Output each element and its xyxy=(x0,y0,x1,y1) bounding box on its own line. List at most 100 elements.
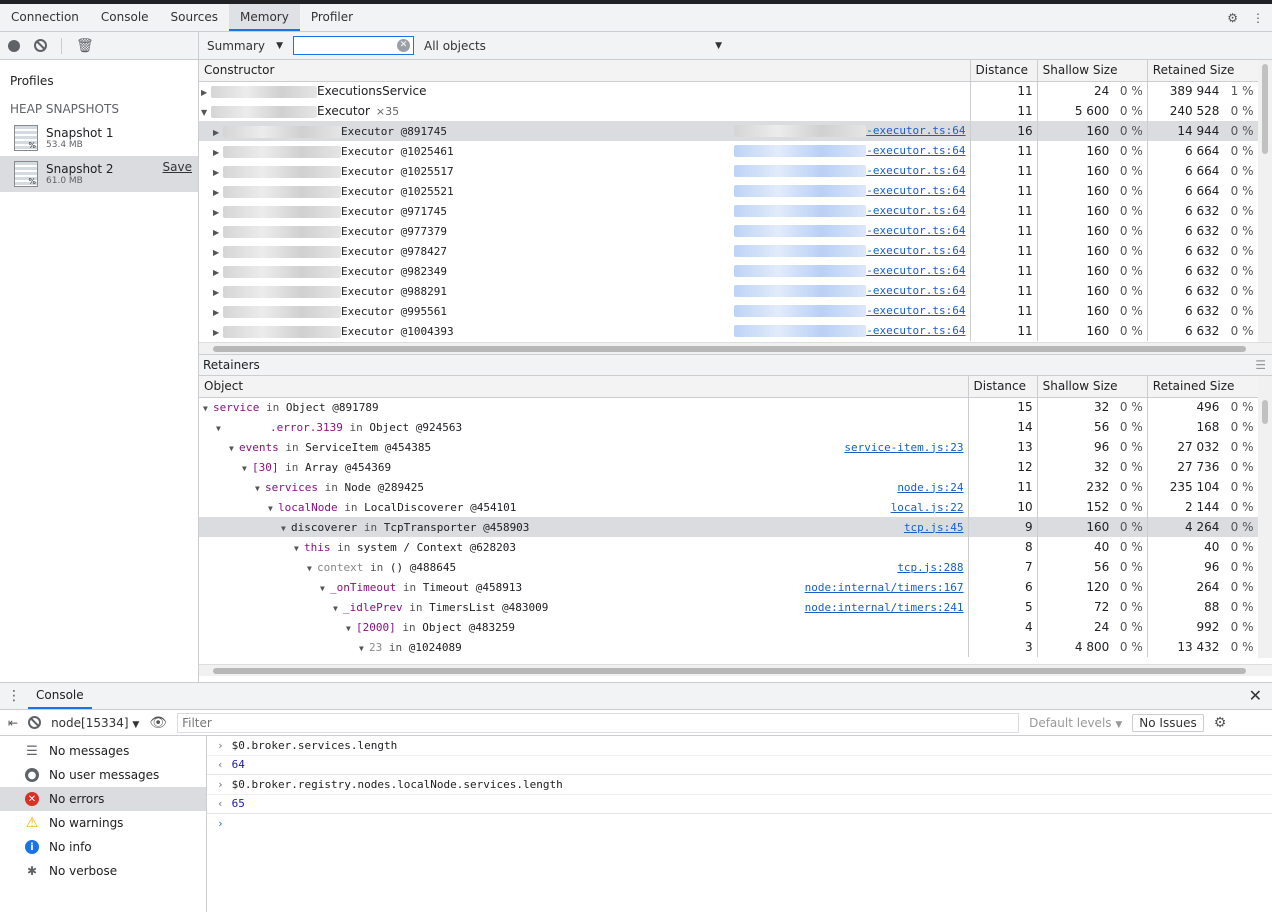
source-link[interactable]: tcp.js:288 xyxy=(897,561,963,574)
sidebar-item-warnings[interactable]: ⚠ No warnings xyxy=(0,811,206,835)
source-link[interactable]: -executor.ts:64 xyxy=(734,284,966,297)
collapsed-triangle-icon[interactable]: ▶ xyxy=(213,328,223,337)
kebab-menu-icon[interactable]: ⋮ xyxy=(1252,11,1264,25)
col-retained-size[interactable]: Retained Size xyxy=(1147,60,1272,82)
collapsed-triangle-icon[interactable]: ▶ xyxy=(213,168,223,177)
table-row[interactable]: ▼ events in ServiceItem @454385 service-it… xyxy=(199,437,1272,457)
source-link[interactable]: node:internal/timers:167 xyxy=(805,581,964,594)
table-row[interactable]: ▶ Executor @978427 -executor.ts:64 11 160 0 %… xyxy=(199,241,1272,261)
expanded-triangle-icon[interactable]: ▼ xyxy=(294,544,304,553)
expanded-triangle-icon[interactable]: ▼ xyxy=(268,504,278,513)
expanded-triangle-icon[interactable]: ▼ xyxy=(281,524,291,533)
console-prompt[interactable]: › xyxy=(207,814,1272,834)
scroll-thumb[interactable] xyxy=(213,346,1246,352)
table-row[interactable]: ▶ Executor @891745 -executor.ts:64 16 160 0 %… xyxy=(199,121,1272,141)
table-row[interactable]: ▼ this in system / Context @628203 8 40 0 % 4… xyxy=(199,537,1272,557)
collapsed-triangle-icon[interactable]: ▶ xyxy=(213,128,223,137)
table-row[interactable]: ▶ Executor @1025461 -executor.ts:64 11 160 0 … xyxy=(199,141,1272,161)
source-link[interactable]: node:internal/timers:241 xyxy=(805,601,964,614)
source-link[interactable]: -executor.ts:64 xyxy=(734,164,966,177)
col-shallow-size[interactable]: Shallow Size xyxy=(1037,60,1148,82)
table-row[interactable]: ▼ _idlePrev in TimersList @483009 node:int… xyxy=(199,597,1272,617)
collapsed-triangle-icon[interactable]: ▶ xyxy=(201,88,211,97)
constructor-vscroll[interactable] xyxy=(1258,60,1272,342)
collapsed-triangle-icon[interactable]: ▶ xyxy=(213,188,223,197)
tab-profiler[interactable]: Profiler xyxy=(300,4,364,31)
clear-icon[interactable] xyxy=(34,39,47,52)
retainers-hscroll[interactable] xyxy=(199,664,1272,676)
snapshot-item-2[interactable]: % Snapshot 2 61.0 MB Save xyxy=(0,156,198,192)
drag-handle-icon[interactable]: ☰ xyxy=(1255,355,1266,376)
table-row[interactable]: ▶ Executor @977379 -executor.ts:64 11 160 0 %… xyxy=(199,221,1272,241)
expanded-triangle-icon[interactable]: ▼ xyxy=(229,444,239,453)
tab-connection[interactable]: Connection xyxy=(0,4,90,31)
log-levels-select[interactable]: Default levels ▼ xyxy=(1029,716,1122,730)
table-row[interactable]: ▼ context in () @488645 tcp.js:288 7 56 0 % 96… xyxy=(199,557,1272,577)
col-shallow-size[interactable]: Shallow Size xyxy=(1037,376,1148,398)
eye-icon[interactable]: 👁 xyxy=(149,715,167,731)
close-icon[interactable]: ✕ xyxy=(1249,686,1262,705)
expanded-triangle-icon[interactable]: ▼ xyxy=(307,564,317,573)
table-row[interactable]: ▶ Executor @988291 -executor.ts:64 11 160 0 %… xyxy=(199,281,1272,301)
collapsed-triangle-icon[interactable]: ▶ xyxy=(213,268,223,277)
source-link[interactable]: -executor.ts:64 xyxy=(734,124,966,137)
view-select[interactable]: Summary ▼ xyxy=(199,39,291,53)
source-link[interactable]: -executor.ts:64 xyxy=(734,184,966,197)
table-row[interactable]: ▼ Executor ×35 11 5 600 0 % 240 528 0 % xyxy=(199,101,1272,121)
clear-search-icon[interactable]: ✕ xyxy=(397,39,410,52)
source-link[interactable]: -executor.ts:64 xyxy=(734,304,966,317)
scroll-thumb[interactable] xyxy=(1262,400,1268,424)
source-link[interactable]: -executor.ts:64 xyxy=(734,204,966,217)
kebab-menu-icon[interactable]: ⋮ xyxy=(0,688,28,704)
table-row[interactable]: ▼ [30] in Array @454369 12 32 0 % 27 736 0 % xyxy=(199,457,1272,477)
gear-icon[interactable]: ⚙ xyxy=(1227,11,1238,25)
table-row[interactable]: ▶ Executor @971745 -executor.ts:64 11 160 0 %… xyxy=(199,201,1272,221)
gear-icon[interactable]: ⚙ xyxy=(1214,715,1227,731)
col-distance[interactable]: Distance xyxy=(968,376,1038,398)
class-filter-input[interactable]: ✕ xyxy=(293,36,414,55)
snapshot-item-1[interactable]: % Snapshot 1 53.4 MB xyxy=(0,120,198,156)
expanded-triangle-icon[interactable]: ▼ xyxy=(359,644,369,653)
sidebar-item-info[interactable]: i No info xyxy=(0,835,206,859)
collapsed-triangle-icon[interactable]: ▶ xyxy=(213,288,223,297)
save-snapshot-link[interactable]: Save xyxy=(163,160,192,174)
table-row[interactable]: ▶ ExecutionsService 11 24 0 % 389 944 1 % xyxy=(199,81,1272,101)
table-row[interactable]: ▶ Executor @1025517 -executor.ts:64 11 160 0 … xyxy=(199,161,1272,181)
expanded-triangle-icon[interactable]: ▼ xyxy=(203,404,213,413)
expanded-triangle-icon[interactable]: ▼ xyxy=(255,484,265,493)
source-link[interactable]: tcp.js:45 xyxy=(904,521,964,534)
sidebar-item-errors[interactable]: ✕ No errors xyxy=(0,787,206,811)
tab-memory[interactable]: Memory xyxy=(229,4,300,31)
source-link[interactable]: -executor.ts:64 xyxy=(734,264,966,277)
col-distance[interactable]: Distance xyxy=(970,60,1038,82)
sidebar-item-messages[interactable]: ☰ No messages xyxy=(0,739,206,763)
tab-sources[interactable]: Sources xyxy=(160,4,229,31)
table-row[interactable]: ▶ Executor @1004393 -executor.ts:64 11 160 0 … xyxy=(199,321,1272,341)
expanded-triangle-icon[interactable]: ▼ xyxy=(333,604,343,613)
table-row[interactable]: ▼ _onTimeout in Timeout @458913 node:inter… xyxy=(199,577,1272,597)
source-link[interactable]: -executor.ts:64 xyxy=(734,324,966,337)
table-row[interactable]: ▼ services in Node @289425 node.js:24 11 232… xyxy=(199,477,1272,497)
scroll-thumb[interactable] xyxy=(1262,64,1268,154)
table-row[interactable]: ▼ service in Object @891789 15 32 0 % 496 0 % xyxy=(199,397,1272,417)
source-link[interactable]: node.js:24 xyxy=(897,481,963,494)
context-select[interactable]: node[15334] ▼ xyxy=(51,716,139,730)
collapsed-triangle-icon[interactable]: ▶ xyxy=(213,148,223,157)
source-link[interactable]: -executor.ts:64 xyxy=(734,244,966,257)
console-filter-input[interactable]: Filter xyxy=(177,712,1020,733)
clear-console-icon[interactable] xyxy=(28,716,42,729)
drawer-tab-console[interactable]: Console xyxy=(28,683,92,709)
console-input-line[interactable]: › $0.broker.services.length xyxy=(207,736,1272,756)
record-icon[interactable] xyxy=(8,39,20,52)
trash-icon[interactable]: 🗑 xyxy=(76,38,94,54)
expanded-triangle-icon[interactable]: ▼ xyxy=(242,464,252,473)
tab-console[interactable]: Console xyxy=(90,4,160,31)
table-row[interactable]: ▶ Executor @995561 -executor.ts:64 11 160 0 %… xyxy=(199,301,1272,321)
console-input-line[interactable]: › $0.broker.registry.nodes.localNode.serv… xyxy=(207,775,1272,795)
table-row[interactable]: ▼ [2000] in Object @483259 4 24 0 % 992 0 % xyxy=(199,617,1272,637)
sidebar-item-verbose[interactable]: ✱ No verbose xyxy=(0,859,206,883)
constructor-hscroll[interactable] xyxy=(199,342,1272,354)
col-constructor[interactable]: Constructor xyxy=(199,60,971,82)
col-object[interactable]: Object xyxy=(199,376,969,398)
scroll-thumb[interactable] xyxy=(213,668,1246,674)
